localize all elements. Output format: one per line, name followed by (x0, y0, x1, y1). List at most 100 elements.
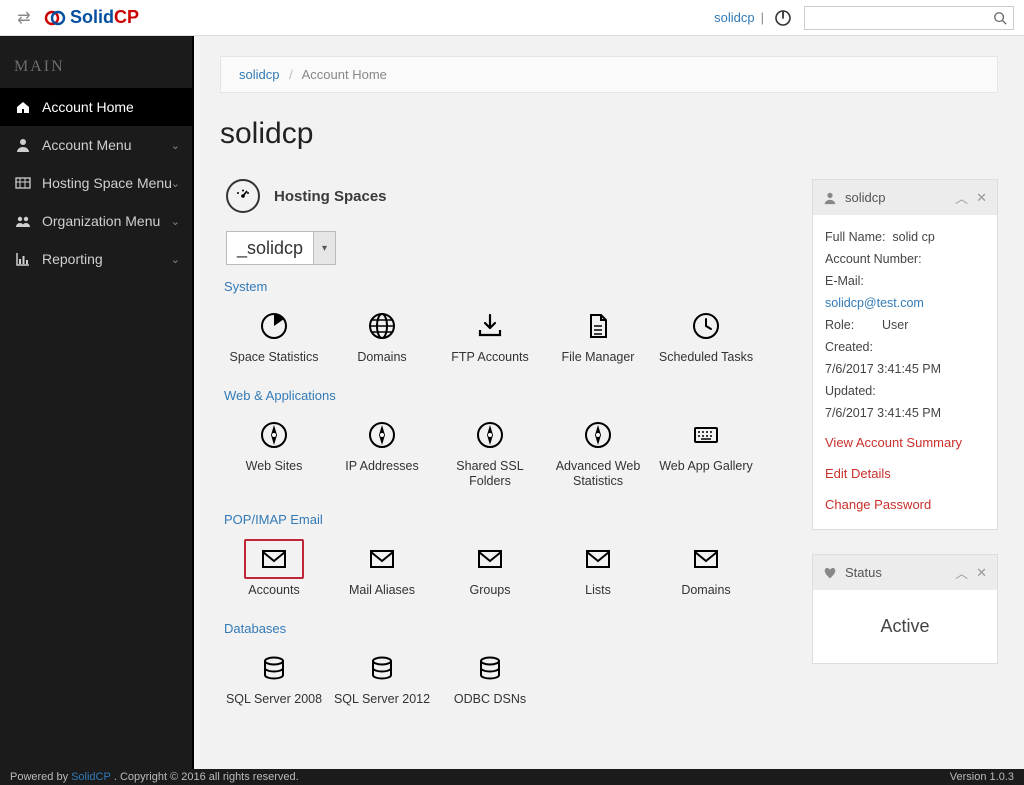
tile-label: Lists (546, 583, 650, 599)
tile-label: IP Addresses (330, 459, 434, 475)
db-icon (368, 654, 396, 682)
tile-label: Advanced Web Statistics (546, 459, 650, 490)
logo-text-2: CP (114, 7, 139, 28)
sidebar-item-label: Account Home (42, 99, 134, 115)
db-icon (476, 654, 504, 682)
tile-scheduled-tasks[interactable]: Scheduled Tasks (652, 300, 760, 374)
mail-icon (584, 545, 612, 573)
status-panel: Status ︿ ✕ Active (812, 554, 998, 664)
created-value: 7/6/2017 3:41:45 PM (825, 362, 941, 376)
collapse-icon[interactable]: ︿ (955, 563, 968, 582)
account-number-label: Account Number: (825, 252, 922, 266)
tile-label: SQL Server 2012 (330, 692, 434, 708)
hosting-spaces-column: Hosting Spaces _solidcp ▾ System Space St… (220, 179, 790, 715)
close-icon[interactable]: ✕ (976, 190, 987, 206)
close-icon[interactable]: ✕ (976, 565, 987, 581)
globe-icon (368, 312, 396, 340)
collapse-icon[interactable]: ︿ (955, 188, 968, 207)
chart-icon (14, 251, 32, 267)
tile-label: SQL Server 2008 (222, 692, 326, 708)
sidebar-section-title: MAIN (0, 36, 192, 88)
tile-domains[interactable]: Domains (328, 300, 436, 374)
power-button[interactable] (772, 7, 794, 29)
sidebar-item-label: Organization Menu (42, 213, 160, 229)
breadcrumb-current: Account Home (302, 67, 387, 82)
tile-ip-addresses[interactable]: IP Addresses (328, 409, 436, 498)
compass-icon (260, 421, 288, 449)
sidebar-item-label: Account Menu (42, 137, 132, 153)
category-link[interactable]: POP/IMAP Email (224, 512, 790, 527)
tile-label: Web Sites (222, 459, 326, 475)
clock-icon (692, 312, 720, 340)
account-action-view-account-summary[interactable]: View Account Summary (825, 433, 985, 454)
sidebar-item-reporting[interactable]: Reporting⌄ (0, 240, 192, 278)
tile-file-manager[interactable]: File Manager (544, 300, 652, 374)
email-link[interactable]: solidcp@test.com (825, 296, 924, 310)
compass-icon (476, 421, 504, 449)
download-icon (476, 312, 504, 340)
tile-domains[interactable]: Domains (652, 533, 760, 607)
footer-suffix: . Copyright © 2016 all rights reserved. (114, 771, 299, 783)
compass-icon (584, 421, 612, 449)
keyboard-icon (692, 421, 720, 449)
tile-groups[interactable]: Groups (436, 533, 544, 607)
user-icon (14, 137, 32, 153)
account-panel: solidcp ︿ ✕ Full Name: solid cp Account … (812, 179, 998, 530)
main-area: solidcp / Account Home solidcp Hosting S… (194, 36, 1024, 769)
sidebar-item-account-menu[interactable]: Account Menu⌄ (0, 126, 192, 164)
mail-icon (244, 539, 304, 579)
breadcrumb-sep: / (289, 67, 293, 82)
search-icon[interactable] (993, 11, 1007, 25)
logo[interactable]: SolidCP (44, 7, 139, 29)
tile-mail-aliases[interactable]: Mail Aliases (328, 533, 436, 607)
tile-web-sites[interactable]: Web Sites (220, 409, 328, 498)
sidebar-item-organization-menu[interactable]: Organization Menu ⌄ (0, 202, 192, 240)
category-link[interactable]: System (224, 279, 790, 294)
tile-label: Web App Gallery (654, 459, 758, 475)
tile-ftp-accounts[interactable]: FTP Accounts (436, 300, 544, 374)
tile-advanced-web-statistics[interactable]: Advanced Web Statistics (544, 409, 652, 498)
chevron-down-icon: ⌄ (171, 215, 180, 228)
category-link[interactable]: Databases (224, 621, 790, 636)
swap-icon[interactable]: ⇄ (10, 8, 38, 28)
org-icon (14, 213, 32, 229)
tile-label: Shared SSL Folders (438, 459, 542, 490)
account-panel-title: solidcp (845, 190, 885, 205)
gauge-icon (226, 179, 260, 213)
chevron-down-icon[interactable]: ▾ (313, 232, 335, 264)
mail-icon (692, 545, 720, 573)
search-input[interactable] (811, 11, 993, 25)
role-label: Role: (825, 318, 854, 332)
file-icon (584, 312, 612, 340)
hosting-spaces-heading: Hosting Spaces (274, 188, 387, 205)
tile-sql-server-2012[interactable]: SQL Server 2012 (328, 642, 436, 716)
account-action-change-password[interactable]: Change Password (825, 495, 985, 516)
top-user-link[interactable]: solidcp (714, 10, 754, 25)
breadcrumb-root[interactable]: solidcp (239, 67, 279, 82)
chevron-down-icon: ⌄ (171, 253, 180, 266)
tile-lists[interactable]: Lists (544, 533, 652, 607)
sidebar-item-account-home[interactable]: Account Home (0, 88, 192, 126)
logo-icon (44, 7, 66, 29)
search-box[interactable] (804, 6, 1014, 30)
created-label: Created: (825, 340, 873, 354)
space-select-value: _solidcp (237, 238, 303, 259)
tile-space-statistics[interactable]: Space Statistics (220, 300, 328, 374)
tile-label: Space Statistics (222, 350, 326, 366)
mail-icon (368, 545, 396, 573)
tile-shared-ssl-folders[interactable]: Shared SSL Folders (436, 409, 544, 498)
tile-sql-server-2008[interactable]: SQL Server 2008 (220, 642, 328, 716)
footer-link[interactable]: SolidCP (71, 771, 111, 783)
space-select[interactable]: _solidcp ▾ (226, 231, 336, 265)
status-panel-title: Status (845, 565, 882, 580)
account-action-edit-details[interactable]: Edit Details (825, 464, 985, 485)
tile-label: FTP Accounts (438, 350, 542, 366)
category-link[interactable]: Web & Applications (224, 388, 790, 403)
user-icon (823, 191, 837, 205)
tile-web-app-gallery[interactable]: Web App Gallery (652, 409, 760, 498)
sidebar-item-hosting-space-menu[interactable]: Hosting Space Menu⌄ (0, 164, 192, 202)
tile-accounts[interactable]: Accounts (220, 533, 328, 607)
tile-odbc-dsns[interactable]: ODBC DSNs (436, 642, 544, 716)
email-label: E-Mail: (825, 274, 864, 288)
full-name-value: solid cp (892, 230, 934, 244)
